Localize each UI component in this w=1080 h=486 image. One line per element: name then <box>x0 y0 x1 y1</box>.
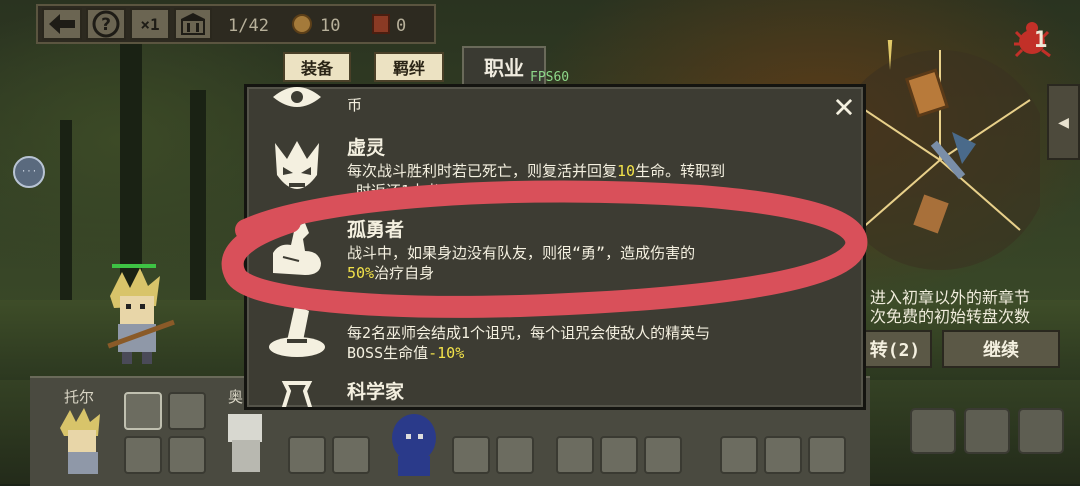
desc-highlight: 10 <box>617 162 636 180</box>
armor-slot[interactable] <box>332 436 370 474</box>
armor-slot[interactable] <box>556 436 594 474</box>
eye-icon <box>273 87 321 107</box>
desc-text: 生命。转职到 <box>635 162 726 180</box>
expand-panel-button[interactable]: ◀ <box>1047 84 1080 160</box>
potion-slot[interactable] <box>964 408 1010 454</box>
job-description: 币 <box>347 96 363 114</box>
help-button[interactable]: ? <box>86 8 126 40</box>
armor-slot[interactable] <box>720 436 758 474</box>
coin-count: 10 <box>320 16 341 36</box>
job-entry[interactable]: 孤勇者 战斗中，如果身边没有队友，则很“勇”，造成伤害的 50%治疗自身 <box>247 213 863 283</box>
question-icon: ? <box>92 10 120 38</box>
coin-icon <box>292 14 312 34</box>
tree-trunk <box>190 90 206 310</box>
job-description-cut: …时返还1本书 <box>347 182 441 193</box>
temple-book-icon <box>181 13 205 35</box>
close-button[interactable]: ✕ <box>828 89 860 123</box>
armor-slot[interactable] <box>764 436 802 474</box>
spin-wheel <box>840 40 1040 270</box>
codex-button[interactable] <box>174 8 212 40</box>
member-portrait[interactable] <box>54 406 112 476</box>
scroll-count: 0 <box>396 16 407 36</box>
desc-text: 治疗自身 <box>374 264 435 282</box>
armor-slot[interactable] <box>600 436 638 474</box>
arrow-left-icon <box>49 14 75 34</box>
scroll-icon <box>372 14 390 34</box>
job-description: 战斗中，如果身边没有队友，则很“勇”，造成伤害的 <box>347 244 696 262</box>
speed-button[interactable]: ×1 <box>130 8 170 40</box>
potion-slot[interactable] <box>910 408 956 454</box>
job-name: 孤勇者 <box>347 219 405 241</box>
back-button[interactable] <box>42 8 82 40</box>
tab-bonds[interactable]: 羁绊 <box>374 52 444 82</box>
tab-equipment[interactable]: 装备 <box>283 52 351 82</box>
floating-menu-button[interactable]: ··· <box>13 156 45 188</box>
armor-slot[interactable] <box>496 436 534 474</box>
armor-slot[interactable] <box>124 436 162 474</box>
armor-slot[interactable] <box>288 436 326 474</box>
job-entry: 币 <box>247 87 863 121</box>
flexed-arm-icon <box>273 223 321 275</box>
weapon-slot[interactable] <box>124 392 162 430</box>
witch-hat-icon <box>269 305 325 357</box>
job-description: BOSS生命值-10% <box>347 343 817 363</box>
member-portrait[interactable] <box>386 412 442 476</box>
svg-text:?: ? <box>101 15 111 35</box>
continue-button[interactable]: 继续 <box>942 330 1060 368</box>
job-description: 50%治疗自身 <box>347 263 817 283</box>
armor-slot[interactable] <box>168 436 206 474</box>
job-entry[interactable]: 科学家 <box>247 375 863 407</box>
top-hud: ? ×1 1/42 10 0 <box>36 4 436 44</box>
weapon-slot[interactable] <box>168 392 206 430</box>
job-description: 每次战斗胜利时若已死亡，则复活并回复10生命。转职到 <box>347 161 817 181</box>
job-name: 虚灵 <box>347 137 386 159</box>
spin-button[interactable]: 转(2) <box>858 330 932 368</box>
ghost-mask-icon <box>275 141 319 189</box>
desc-highlight: 50% <box>347 264 375 282</box>
flask-icon <box>281 381 313 407</box>
desc-highlight: -10% <box>428 344 465 362</box>
member-name: 托尔 <box>64 388 95 406</box>
job-name: 科学家 <box>347 381 405 403</box>
member-portrait[interactable] <box>218 406 276 476</box>
desc-text: BOSS生命值 <box>347 344 429 362</box>
armor-slot[interactable] <box>644 436 682 474</box>
armor-slot[interactable] <box>808 436 846 474</box>
job-description: 每2名巫师会结成1个诅咒，每个诅咒会使敌人的精英与 <box>347 324 711 342</box>
tree-trunk <box>60 120 72 320</box>
bug-count: 1 <box>1034 28 1048 53</box>
member-name: 奥 <box>228 388 244 406</box>
desc-text: 每次战斗胜利时若已死亡，则复活并回复 <box>347 162 618 180</box>
armor-slot[interactable] <box>452 436 490 474</box>
hero-sprite <box>107 264 175 364</box>
fps-counter: FPS60 <box>530 70 570 85</box>
potion-slot[interactable] <box>1018 408 1064 454</box>
job-list-panel[interactable]: 币 虚灵 每次战斗胜利时若已死亡，则复活并回复10生命。转职到 …时返还1本书 … <box>244 84 866 410</box>
stage-progress: 1/42 <box>228 16 269 36</box>
tree-trunk <box>120 40 142 300</box>
job-entry[interactable]: 虚灵 每次战斗胜利时若已死亡，则复活并回复10生命。转职到 …时返还1本书 <box>247 133 863 203</box>
hint-line-2: 次免费的初始转盘次数 <box>870 307 1031 326</box>
job-entry[interactable]: 每2名巫师会结成1个诅咒，每个诅咒会使敌人的精英与 BOSS生命值-10% <box>247 299 863 369</box>
